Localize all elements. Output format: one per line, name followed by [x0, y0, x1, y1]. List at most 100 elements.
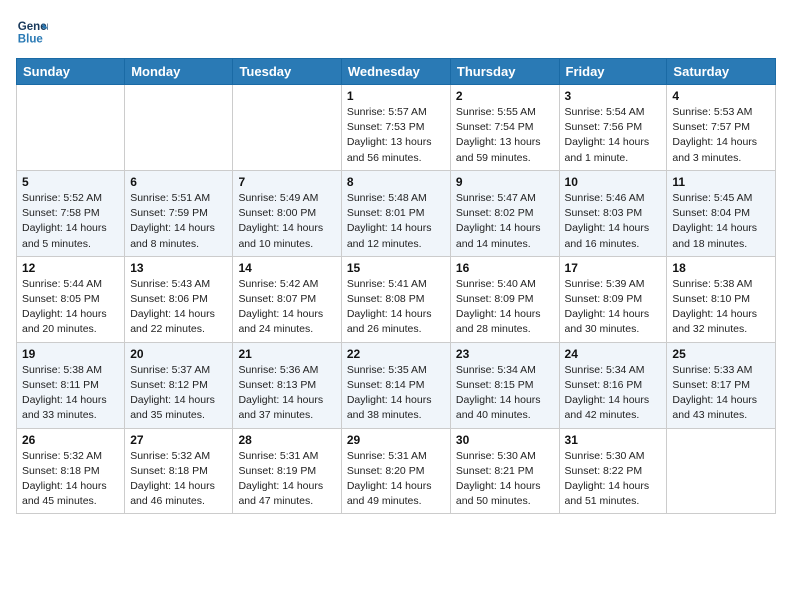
sunrise-text: Sunrise: 5:35 AM: [347, 364, 427, 376]
day-info: Sunrise: 5:57 AMSunset: 7:53 PMDaylight:…: [347, 105, 445, 166]
calendar-cell: 19 Sunrise: 5:38 AM Sunset: 8:11 PM Dayligh…: [17, 342, 125, 428]
calendar-header-row: SundayMondayTuesdayWednesdayThursdayFrid…: [17, 59, 776, 85]
sunrise-text: Sunrise: 5:31 AM: [347, 450, 427, 462]
sunrise-text: Sunrise: 5:38 AM: [672, 278, 752, 290]
day-number: 17: [565, 261, 662, 275]
calendar-cell: 5Sunrise: 5:52 AMSunset: 7:58 PMDaylight…: [17, 170, 125, 256]
daylight-text: Daylight: 14 hours and 24 minutes.: [238, 308, 323, 335]
sunset-text: Sunset: 7:59 PM: [130, 207, 208, 219]
daylight-text: Daylight: 14 hours and 40 minutes.: [456, 394, 541, 421]
daylight-text: Daylight: 14 hours and 35 minutes.: [130, 394, 215, 421]
sunrise-text: Sunrise: 5:36 AM: [238, 364, 318, 376]
logo: General Blue: [16, 16, 52, 48]
sunset-text: Sunset: 8:07 PM: [238, 293, 316, 305]
calendar-cell: 10Sunrise: 5:46 AMSunset: 8:03 PMDayligh…: [559, 170, 667, 256]
day-info: Sunrise: 5:32 AMSunset: 8:18 PMDaylight:…: [130, 449, 227, 510]
day-info: Sunrise: 5:34 AMSunset: 8:16 PMDaylight:…: [565, 363, 662, 424]
logo-icon: General Blue: [16, 16, 48, 48]
calendar-cell: 27Sunrise: 5:32 AMSunset: 8:18 PMDayligh…: [125, 428, 233, 514]
sunrise-text: Sunrise: 5:48 AM: [347, 192, 427, 204]
day-info: Sunrise: 5:33 AMSunset: 8:17 PMDaylight:…: [672, 363, 770, 424]
day-number: 28: [238, 433, 335, 447]
daylight-text: Daylight: 14 hours and 18 minutes.: [672, 222, 757, 249]
calendar-week-row: 5Sunrise: 5:52 AMSunset: 7:58 PMDaylight…: [17, 170, 776, 256]
calendar-cell: 7Sunrise: 5:49 AMSunset: 8:00 PMDaylight…: [233, 170, 341, 256]
daylight-text: Daylight: 14 hours and 33 minutes.: [22, 394, 107, 421]
day-number: 8: [347, 175, 445, 189]
calendar-cell: 12Sunrise: 5:44 AMSunset: 8:05 PMDayligh…: [17, 256, 125, 342]
sunset-text: Sunset: 8:09 PM: [456, 293, 534, 305]
day-info: Sunrise: 5:52 AM Sunset: 7:58 PM Daylight:…: [22, 191, 119, 252]
sunset-text: Sunset: 7:53 PM: [347, 121, 425, 133]
day-info: Sunrise: 5:30 AMSunset: 8:21 PMDaylight:…: [456, 449, 554, 510]
day-info: Sunrise: 5:38 AMSunset: 8:10 PMDaylight:…: [672, 277, 770, 338]
sunrise-text: Sunrise: 5:54 AM: [565, 106, 645, 118]
day-number: 25: [672, 347, 770, 361]
calendar-cell: [17, 85, 125, 171]
calendar-week-row: 19 Sunrise: 5:38 AM Sunset: 8:11 PM Dayligh…: [17, 342, 776, 428]
sunrise-text: Sunrise: 5:43 AM: [130, 278, 210, 290]
calendar-cell: 15Sunrise: 5:41 AMSunset: 8:08 PMDayligh…: [341, 256, 450, 342]
day-info: Sunrise: 5:45 AM Sunset: 8:04 PM Daylight:…: [672, 191, 770, 252]
calendar-cell: 14Sunrise: 5:42 AMSunset: 8:07 PMDayligh…: [233, 256, 341, 342]
sunrise-text: Sunrise: 5:49 AM: [238, 192, 318, 204]
sunset-text: Sunset: 8:17 PM: [672, 379, 750, 391]
sunrise-text: Sunrise: 5:37 AM: [130, 364, 210, 376]
day-number: 16: [456, 261, 554, 275]
day-header-thursday: Thursday: [450, 59, 559, 85]
daylight-text: Daylight: 14 hours and 46 minutes.: [130, 480, 215, 507]
day-number: 19: [22, 347, 119, 361]
day-number: 1: [347, 89, 445, 103]
day-number: 18: [672, 261, 770, 275]
sunrise-text: Sunrise: 5:34 AM: [565, 364, 645, 376]
daylight-text: Daylight: 14 hours and 5 minutes.: [22, 222, 107, 249]
calendar-cell: 18Sunrise: 5:38 AMSunset: 8:10 PMDayligh…: [667, 256, 776, 342]
day-number: 20: [130, 347, 227, 361]
sunset-text: Sunset: 8:22 PM: [565, 465, 643, 477]
daylight-text: Daylight: 14 hours and 42 minutes.: [565, 394, 650, 421]
calendar-cell: 28Sunrise: 5:31 AMSunset: 8:19 PMDayligh…: [233, 428, 341, 514]
calendar-week-row: 12Sunrise: 5:44 AMSunset: 8:05 PMDayligh…: [17, 256, 776, 342]
day-header-sunday: Sunday: [17, 59, 125, 85]
sunrise-text: Sunrise: 5:40 AM: [456, 278, 536, 290]
sunset-text: Sunset: 8:05 PM: [22, 293, 100, 305]
sunrise-text: Sunrise: 5:47 AM: [456, 192, 536, 204]
daylight-text: Daylight: 14 hours and 43 minutes.: [672, 394, 757, 421]
daylight-text: Daylight: 14 hours and 12 minutes.: [347, 222, 432, 249]
calendar-cell: 26Sunrise: 5:32 AMSunset: 8:18 PMDayligh…: [17, 428, 125, 514]
day-number: 22: [347, 347, 445, 361]
day-number: 2: [456, 89, 554, 103]
day-header-wednesday: Wednesday: [341, 59, 450, 85]
calendar-cell: 4Sunrise: 5:53 AMSunset: 7:57 PMDaylight…: [667, 85, 776, 171]
svg-text:Blue: Blue: [18, 34, 44, 46]
sunset-text: Sunset: 8:18 PM: [22, 465, 100, 477]
day-info: Sunrise: 5:49 AMSunset: 8:00 PMDaylight:…: [238, 191, 335, 252]
sunset-text: Sunset: 8:10 PM: [672, 293, 750, 305]
sunrise-text: Sunrise: 5:52 AM: [22, 192, 102, 204]
sunrise-text: Sunrise: 5:44 AM: [22, 278, 102, 290]
sunrise-text: Sunrise: 5:31 AM: [238, 450, 318, 462]
day-info: Sunrise: 5:34 AMSunset: 8:15 PMDaylight:…: [456, 363, 554, 424]
daylight-text: Daylight: 14 hours and 26 minutes.: [347, 308, 432, 335]
sunset-text: Sunset: 8:04 PM: [672, 207, 750, 219]
sunset-text: Sunset: 8:11 PM: [22, 379, 99, 391]
sunrise-text: Sunrise: 5:38 AM: [22, 364, 102, 376]
sunrise-text: Sunrise: 5:30 AM: [565, 450, 645, 462]
day-number: 3: [565, 89, 662, 103]
sunset-text: Sunset: 8:02 PM: [456, 207, 534, 219]
day-info: Sunrise: 5:44 AMSunset: 8:05 PMDaylight:…: [22, 277, 119, 338]
daylight-text: Daylight: 14 hours and 51 minutes.: [565, 480, 650, 507]
sunrise-text: Sunrise: 5:45 AM: [672, 192, 752, 204]
calendar-cell: 11Sunrise: 5:45 AMSunset: 8:04 PMDayligh…: [667, 170, 776, 256]
sunrise-text: Sunrise: 5:30 AM: [456, 450, 536, 462]
sunset-text: Sunset: 7:57 PM: [672, 121, 750, 133]
daylight-text: Daylight: 14 hours and 3 minutes.: [672, 136, 757, 163]
day-number: 21: [238, 347, 335, 361]
sunset-text: Sunset: 8:21 PM: [456, 465, 534, 477]
sunrise-text: Sunrise: 5:32 AM: [130, 450, 210, 462]
sunset-text: Sunset: 8:19 PM: [238, 465, 316, 477]
sunset-text: Sunset: 8:08 PM: [347, 293, 425, 305]
calendar-cell: 9Sunrise: 5:47 AMSunset: 8:02 PMDaylight…: [450, 170, 559, 256]
sunset-text: Sunset: 7:58 PM: [22, 207, 100, 219]
daylight-text: Daylight: 14 hours and 37 minutes.: [238, 394, 323, 421]
